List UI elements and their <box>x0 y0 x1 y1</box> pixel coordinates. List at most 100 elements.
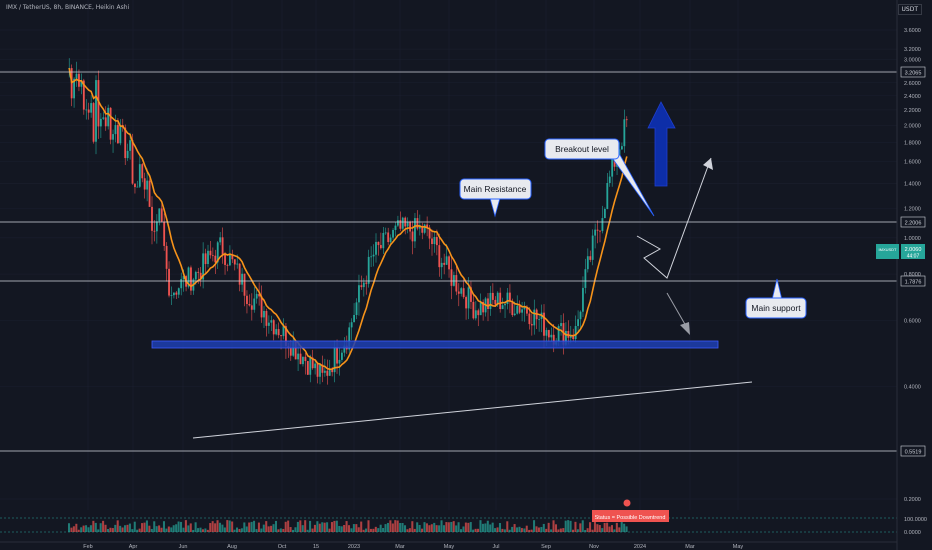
indicator-bar <box>352 524 355 532</box>
candle-body <box>238 263 241 285</box>
indicator-bar <box>116 520 119 532</box>
indicator-bar <box>369 528 372 532</box>
candle-body <box>487 298 489 310</box>
candle-body <box>474 310 477 319</box>
support-zone <box>151 340 719 349</box>
candle-body <box>599 230 601 232</box>
candle-body <box>591 235 594 260</box>
y-tick-label: 1.6000 <box>904 160 921 166</box>
indicator-bar <box>572 529 575 532</box>
indicator-bar <box>204 528 207 532</box>
indicator-bar <box>501 528 504 532</box>
candle-body <box>574 326 577 340</box>
indicator-bar <box>479 520 482 532</box>
indicator-bar <box>455 525 458 532</box>
indicator-bar <box>362 529 365 532</box>
candle-body <box>253 298 256 310</box>
indicator-bar <box>243 522 246 532</box>
indicator-bar <box>508 529 511 532</box>
candle-body <box>596 229 599 231</box>
candle-body <box>462 288 465 298</box>
indicator-bar <box>498 523 501 532</box>
indicator-bar <box>294 527 297 532</box>
indicator-bar <box>355 524 358 532</box>
candle-body <box>143 178 146 190</box>
candle-body <box>158 208 161 222</box>
candle-body <box>409 221 412 232</box>
indicator-bar <box>576 529 579 532</box>
candle-body <box>180 279 183 289</box>
indicator-bar <box>177 521 180 532</box>
candle-body <box>472 301 475 319</box>
indicator-bar <box>606 522 609 532</box>
indicator-bar <box>211 521 214 532</box>
indicator-bar <box>452 521 455 532</box>
candle-body <box>440 262 443 268</box>
candle-body <box>499 292 502 310</box>
candle-body <box>272 320 275 335</box>
indicator-bar <box>472 529 475 532</box>
indicator-bar <box>386 522 389 532</box>
indicator-bar <box>304 520 307 532</box>
indicator-bar <box>236 527 239 532</box>
indicator-bar <box>406 529 409 532</box>
candle-body <box>177 288 180 295</box>
x-tick-label: 2023 <box>348 544 360 550</box>
indicator-bar <box>377 528 380 532</box>
indicator-bar <box>72 526 75 532</box>
indicator-bar <box>589 522 592 532</box>
indicator-bar <box>272 524 275 532</box>
candle-body <box>365 282 368 284</box>
indicator-bar <box>421 528 424 532</box>
indicator-bar <box>484 523 487 532</box>
indicator-bar <box>591 529 594 532</box>
indicator-bar <box>94 522 97 532</box>
indicator-bar <box>569 520 572 532</box>
candle-body <box>601 218 604 232</box>
indicator-bar <box>384 524 387 532</box>
indicator-bar <box>282 528 285 532</box>
indicator-bar <box>104 524 107 532</box>
indicator-bar <box>206 529 209 532</box>
y-tick-label: 1.4000 <box>904 181 921 187</box>
indicator-bar <box>201 529 204 532</box>
candle-body <box>280 335 282 337</box>
indicator-bar <box>77 529 80 532</box>
indicator-bar <box>513 524 516 532</box>
indicator-bar <box>445 522 448 532</box>
indicator-bar <box>289 527 292 532</box>
currency-button[interactable]: USDT <box>897 4 922 15</box>
candle-body <box>131 140 134 184</box>
indicator-bar <box>547 522 550 532</box>
price-chart[interactable]: Breakout level Main Resistance Main supp… <box>0 0 932 550</box>
indicator-bar <box>199 527 202 532</box>
candle-body <box>611 157 614 177</box>
candle-body <box>119 124 122 144</box>
indicator-bar <box>141 523 144 532</box>
candle-body <box>302 356 304 365</box>
candle-body <box>194 271 197 280</box>
indicator-bar <box>231 521 234 532</box>
candle-body <box>516 305 519 314</box>
candle-body <box>550 334 553 338</box>
candle-body <box>382 232 385 249</box>
indicator-bar <box>160 527 163 532</box>
indicator-bar <box>167 526 170 532</box>
indicator-bar <box>70 527 73 532</box>
chart-background <box>0 0 932 550</box>
indicator-bar <box>435 525 438 532</box>
indicator-bar <box>226 520 229 532</box>
indicator-bar <box>574 521 577 532</box>
candle-body <box>282 326 285 337</box>
candle-body <box>155 221 158 232</box>
indicator-bar <box>537 527 540 532</box>
candle-body <box>314 363 317 369</box>
indicator-status-text: Status = Possible Downtrend <box>595 515 666 521</box>
indicator-bar <box>189 523 192 532</box>
indicator-bar <box>494 528 497 532</box>
indicator-bar <box>338 525 341 532</box>
candle-body <box>547 330 550 338</box>
candle-body <box>501 305 504 310</box>
candle-body <box>277 329 280 336</box>
candle-body <box>151 206 153 231</box>
